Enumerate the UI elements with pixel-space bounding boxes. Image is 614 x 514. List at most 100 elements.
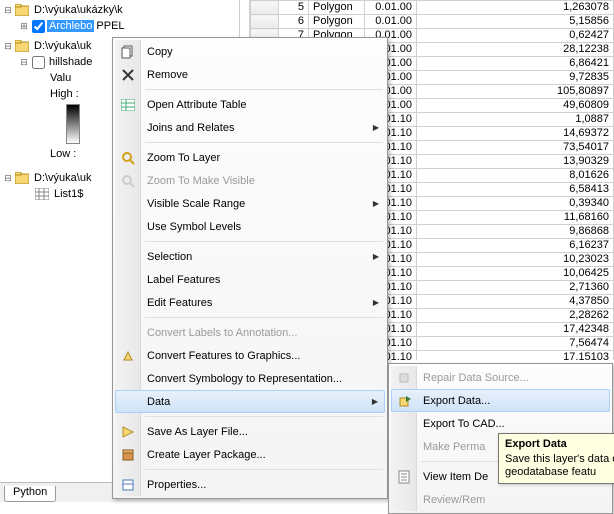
layer-label: hillshade xyxy=(47,56,94,68)
submenu-repair-data-source: Repair Data Source... xyxy=(391,366,610,389)
table-icon xyxy=(34,186,50,202)
collapse-icon[interactable]: ⊟ xyxy=(2,5,14,16)
expand-icon[interactable]: ⊞ xyxy=(18,21,30,32)
zoom-icon xyxy=(120,150,136,166)
table-row[interactable]: 5Polygon0.01.001,263078 xyxy=(251,1,614,15)
export-icon xyxy=(397,393,413,409)
cell-value[interactable]: 10,06425 xyxy=(417,267,614,281)
layer-visibility-checkbox[interactable] xyxy=(32,20,45,33)
cell-value[interactable]: 6,58413 xyxy=(417,183,614,197)
convert-icon xyxy=(120,348,136,364)
cell-value[interactable]: 17,42348 xyxy=(417,323,614,337)
group-label: D:\výuka\uk xyxy=(32,40,93,52)
menu-selection[interactable]: Selection▶ xyxy=(115,245,385,268)
menu-convert-symbology[interactable]: Convert Symbology to Representation... xyxy=(115,367,385,390)
menu-convert-graphics[interactable]: Convert Features to Graphics... xyxy=(115,344,385,367)
menu-save-as-layer-file[interactable]: Save As Layer File... xyxy=(115,420,385,443)
collapse-icon[interactable]: ⊟ xyxy=(18,57,30,68)
cell-value[interactable]: 10,23023 xyxy=(417,253,614,267)
cell-value[interactable]: 2,71360 xyxy=(417,281,614,295)
tab-python[interactable]: Python xyxy=(4,486,56,502)
cell-value[interactable]: 11,68160 xyxy=(417,211,614,225)
layer-context-menu: Copy Remove Open Attribute Table Joins a… xyxy=(112,37,388,499)
cell-value[interactable]: 1,0887 xyxy=(417,113,614,127)
remove-icon xyxy=(120,67,136,83)
table-row[interactable]: 6Polygon0.01.005,15856 xyxy=(251,15,614,29)
properties-icon xyxy=(120,477,136,493)
submenu-export-data[interactable]: Export Data... xyxy=(391,389,610,412)
menu-copy[interactable]: Copy xyxy=(115,40,385,63)
menu-use-symbol-levels[interactable]: Use Symbol Levels xyxy=(115,215,385,238)
raster-gradient-swatch xyxy=(66,104,80,144)
cell-value[interactable]: 13,90329 xyxy=(417,155,614,169)
cell-value[interactable]: 9,86868 xyxy=(417,225,614,239)
cell-value[interactable]: 28,12238 xyxy=(417,43,614,57)
folder-icon xyxy=(14,38,30,54)
menu-visible-scale-range[interactable]: Visible Scale Range▶ xyxy=(115,192,385,215)
submenu-arrow-icon: ▶ xyxy=(373,298,379,307)
menu-convert-labels: Convert Labels to Annotation... xyxy=(115,321,385,344)
toc-group[interactable]: ⊟ D:\výuka\ukázky\k xyxy=(0,2,239,18)
zoom-icon xyxy=(120,173,136,189)
cell-value[interactable]: 8,01626 xyxy=(417,169,614,183)
menu-zoom-to-layer[interactable]: Zoom To Layer xyxy=(115,146,385,169)
cell-value[interactable]: 105,80897 xyxy=(417,85,614,99)
cell-value[interactable]: 7,56474 xyxy=(417,337,614,351)
cell-value[interactable]: 0,62427 xyxy=(417,29,614,43)
submenu-arrow-icon: ▶ xyxy=(373,252,379,261)
convert-icon xyxy=(120,325,136,341)
menu-properties[interactable]: Properties... xyxy=(115,473,385,496)
layer-label-suffix: PPEL xyxy=(94,20,126,32)
table-icon xyxy=(120,97,136,113)
cell-value[interactable]: 6,16237 xyxy=(417,239,614,253)
submenu-review-rematch: Review/Rem xyxy=(391,488,610,511)
menu-open-attribute-table[interactable]: Open Attribute Table xyxy=(115,93,385,116)
menu-data[interactable]: Data▶ xyxy=(115,390,385,413)
repair-icon xyxy=(396,370,412,386)
cell-value[interactable]: 2,28262 xyxy=(417,309,614,323)
tooltip-body: Save this layer's data or geodatabase fe… xyxy=(505,453,614,479)
save-icon xyxy=(120,424,136,440)
menu-edit-features[interactable]: Edit Features▶ xyxy=(115,291,385,314)
cell-value[interactable]: 9,72835 xyxy=(417,71,614,85)
cell-value[interactable]: 17,15103 xyxy=(417,351,614,361)
collapse-icon[interactable]: ⊟ xyxy=(2,173,14,184)
folder-icon xyxy=(14,2,30,18)
package-icon xyxy=(120,447,136,463)
folder-icon xyxy=(14,170,30,186)
cell-value[interactable]: 73,54017 xyxy=(417,141,614,155)
cell-code[interactable]: 0.01.00 xyxy=(365,1,417,15)
cell-id[interactable]: 6 xyxy=(279,15,309,29)
collapse-icon[interactable]: ⊟ xyxy=(2,41,14,52)
submenu-arrow-icon: ▶ xyxy=(372,397,378,406)
menu-create-layer-package[interactable]: Create Layer Package... xyxy=(115,443,385,466)
group-label: D:\výuka\ukázky\k xyxy=(32,4,125,16)
cell-value[interactable]: 5,15856 xyxy=(417,15,614,29)
toc-layer[interactable]: ⊞ ArchleboPPEL xyxy=(0,18,239,34)
row-header[interactable] xyxy=(251,1,279,15)
cell-value[interactable]: 1,263078 xyxy=(417,1,614,15)
cell-value[interactable]: 0,39340 xyxy=(417,197,614,211)
menu-zoom-make-visible: Zoom To Make Visible xyxy=(115,169,385,192)
menu-joins-relates[interactable]: Joins and Relates▶ xyxy=(115,116,385,139)
submenu-export-to-cad[interactable]: Export To CAD... xyxy=(391,412,610,435)
menu-remove[interactable]: Remove xyxy=(115,63,385,86)
cell-value[interactable]: 6,86421 xyxy=(417,57,614,71)
group-label: D:\výuka\uk xyxy=(32,172,93,184)
table-label: List1$ xyxy=(52,188,85,200)
cell-id[interactable]: 5 xyxy=(279,1,309,15)
menu-label-features[interactable]: Label Features xyxy=(115,268,385,291)
cell-value[interactable]: 49,60809 xyxy=(417,99,614,113)
layer-label-selected: Archlebo xyxy=(47,20,94,32)
tooltip-title: Export Data xyxy=(505,438,614,450)
submenu-arrow-icon: ▶ xyxy=(373,123,379,132)
tooltip: Export Data Save this layer's data or ge… xyxy=(498,433,614,484)
row-header[interactable] xyxy=(251,15,279,29)
cell-value[interactable]: 4,37850 xyxy=(417,295,614,309)
cell-shape[interactable]: Polygon xyxy=(309,15,365,29)
cell-code[interactable]: 0.01.00 xyxy=(365,15,417,29)
submenu-arrow-icon: ▶ xyxy=(373,199,379,208)
cell-shape[interactable]: Polygon xyxy=(309,1,365,15)
layer-visibility-checkbox[interactable] xyxy=(32,56,45,69)
cell-value[interactable]: 14,69372 xyxy=(417,127,614,141)
